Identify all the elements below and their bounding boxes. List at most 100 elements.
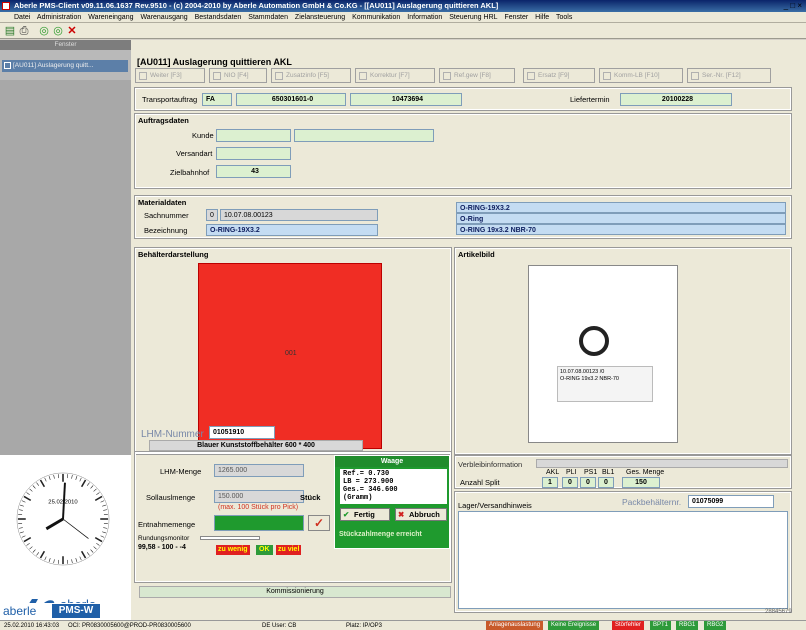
function-button-row: Weiter [F3] NIO [F4] Zusatzinfo [F5] Kor… (135, 68, 795, 84)
material-text-3: O-RING 19x3.2 NBR-70 (456, 224, 786, 235)
bezeichnung-field: O-RING-19X3.2 (206, 224, 378, 236)
split-header-ps1: PS1 (584, 469, 598, 476)
status-user: DE User: CB (262, 623, 297, 629)
home-icon[interactable]: ▤ (4, 25, 16, 37)
status-tag-ereignisse[interactable]: Keine Ereignisse (548, 621, 600, 630)
menu-zielansteuerung[interactable]: Zielansteuerung (295, 14, 345, 21)
sachnummer-prefix-field: 0 (206, 209, 218, 221)
status-tag-bpt1[interactable]: BPT1 (650, 621, 672, 630)
kunde-field[interactable] (216, 129, 291, 142)
rundung-slider[interactable] (200, 536, 260, 540)
split-bl1-value: 0 (598, 477, 614, 488)
refresh-alt-icon[interactable]: ◎ (52, 25, 64, 37)
ser-nr-button[interactable]: Ser.-Nr. [F12] (687, 68, 771, 83)
waage-line-unit: (Gramm) (343, 494, 373, 502)
transport-label: Transportauftrag (142, 95, 198, 104)
check-icon: ✔ (343, 510, 350, 519)
menu-tools[interactable]: Tools (556, 14, 572, 21)
sidebar: Fenster [AU011] Auslagerung quitt... 25.… (0, 40, 131, 620)
zu-wenig-indicator: zu wenig (216, 545, 250, 555)
menu-information[interactable]: Information (407, 14, 442, 21)
waage-line-ref: Ref.= 0.730 (343, 470, 390, 478)
split-ges-value: 150 (622, 477, 660, 488)
kunde-name-field[interactable] (294, 129, 434, 142)
material-text-2: O-Ring (456, 213, 786, 224)
photo-label-line1: 10.07.08.00123 /0 (560, 369, 605, 375)
lhm-menge-label: LHM-Menge (160, 467, 202, 476)
material-text-1: O-RING-19X3.2 (456, 202, 786, 213)
status-tag-stoerfehler[interactable]: Störfehler (612, 621, 645, 630)
split-header-bl1: BL1 (602, 469, 615, 476)
entnahmemenge-label: Entnahmemenge (138, 520, 196, 529)
liefertermin-field: 20100228 (620, 93, 732, 106)
lager-section: Lager/Versandhinweis Packbehälternr. 010… (454, 491, 792, 613)
refresh-icon[interactable]: ◎ (38, 25, 50, 37)
lager-label: Lager/Versandhinweis (458, 501, 532, 510)
zielbahnhof-field[interactable]: 43 (216, 165, 291, 178)
waage-line-lb: LB = 273.900 (343, 478, 394, 486)
toolbar: ▤ ⎙ ◎ ◎ ✕ (0, 23, 806, 39)
photo-label-tag: 10.07.08.00123 /0 O-RING 19x3.2 NBR-70 (557, 366, 653, 402)
waage-line-ges: Ges.= 346.600 (343, 486, 398, 494)
confirm-check-button[interactable]: ✓ (308, 515, 330, 531)
menu-administration[interactable]: Administration (37, 14, 81, 21)
ersatz-button[interactable]: Ersatz [F9] (523, 68, 595, 83)
abbruch-button[interactable]: ✖ Abbruch (395, 508, 447, 521)
menu-datei[interactable]: Datei (14, 14, 30, 21)
record-code: 28845679 (765, 609, 792, 615)
zusatzinfo-button[interactable]: Zusatzinfo [F5] (271, 68, 351, 83)
sachnummer-label: Sachnummer (144, 211, 189, 220)
sidebar-header: Fenster (0, 40, 131, 50)
transport-type-field: FA (202, 93, 232, 106)
menu-warenausgang[interactable]: Warenausgang (140, 14, 187, 21)
sidebar-item-au011[interactable]: [AU011] Auslagerung quitt... (2, 60, 128, 72)
refgew-button[interactable]: Ref.gew [F8] (439, 68, 515, 83)
pms-logo-bar: aberle PMS-W (0, 603, 131, 620)
cancel-icon: ✖ (398, 510, 405, 519)
window-controls[interactable]: _ □ × (784, 0, 802, 12)
sachnummer-field: 10.07.08.00123 (220, 209, 378, 221)
transport-number-field: 650301601-0 (236, 93, 346, 106)
weiter-button[interactable]: Weiter [F3] (135, 68, 205, 83)
quantity-section: LHM-Menge 1265.000 Sollauslmenge 150.000… (134, 451, 452, 583)
korrektur-button[interactable]: Korrektur [F7] (355, 68, 435, 83)
materialdaten-section: Materialdaten Sachnummer 0 10.07.08.0012… (134, 195, 792, 239)
menu-stammdaten[interactable]: Stammdaten (248, 14, 288, 21)
versandhinweis-textarea[interactable] (458, 511, 788, 609)
transport-id-field: 10473694 (350, 93, 462, 106)
sidebar-item-label: [AU011] Auslagerung quitt... (13, 62, 94, 69)
menu-wareneingang[interactable]: Wareneingang (88, 14, 133, 21)
container-slot-001[interactable]: 001 (198, 263, 382, 449)
menu-steuerung-hrl[interactable]: Steuerung HRL (449, 14, 497, 21)
status-tag-anlagenauslastung[interactable]: Anlagenauslastung (486, 621, 544, 630)
menu-fenster[interactable]: Fenster (504, 14, 528, 21)
verbleib-label: Verbleibinformation (458, 460, 523, 469)
materialdaten-title: Materialdaten (138, 198, 187, 207)
lhm-number-field[interactable]: 01051910 (209, 426, 275, 439)
waage-display: Ref.= 0.730 LB = 273.900 Ges.= 346.600 (… (340, 469, 447, 504)
status-tag-rbg2[interactable]: RBG2 (704, 621, 727, 630)
entnahmemenge-input[interactable] (214, 515, 304, 531)
komm-lb-button[interactable]: Komm-LB [F10] (599, 68, 683, 83)
menu-hilfe[interactable]: Hilfe (535, 14, 549, 21)
status-tag-rbg1[interactable]: RBG1 (676, 621, 699, 630)
fertig-button[interactable]: ✔ Fertig (340, 508, 390, 521)
zu-viel-indicator: zu viel (276, 545, 302, 555)
versandart-field[interactable] (216, 147, 291, 160)
packbehaelter-field[interactable]: 01075099 (688, 495, 774, 508)
close-icon[interactable]: ✕ (66, 25, 78, 37)
behaelter-section: Behälterdarstellung 001 (134, 247, 452, 455)
menu-bestandsdaten[interactable]: Bestandsdaten (195, 14, 242, 21)
print-icon[interactable]: ⎙ (18, 25, 30, 37)
article-photo: 10.07.08.00123 /0 O-RING 19x3.2 NBR-70 (528, 265, 678, 443)
artikelbild-title: Artikelbild (458, 250, 495, 259)
main-form: [AU011] Auslagerung quittieren AKL Weite… (131, 40, 806, 620)
window-icon (4, 62, 11, 69)
stueckzahl-message: Stückzahlmenge erreicht (335, 528, 449, 541)
verbleib-field (536, 459, 788, 468)
menu-kommunikation[interactable]: Kommunikation (352, 14, 400, 21)
split-pli-value: 0 (562, 477, 578, 488)
split-akl-value: 1 (542, 477, 558, 488)
nio-button[interactable]: NIO [F4] (209, 68, 267, 83)
status-datetime: 25.02.2010 16:43:03 (4, 623, 60, 629)
